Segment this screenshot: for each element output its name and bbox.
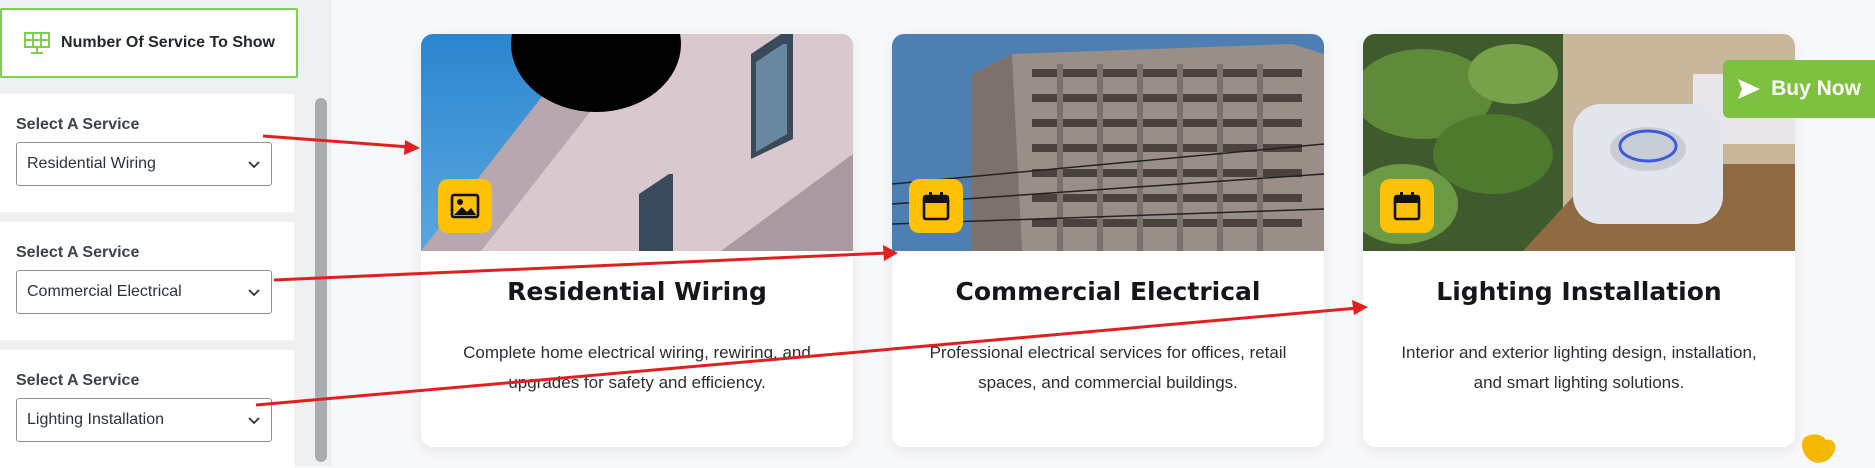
decorative-blob-icon	[1802, 434, 1836, 463]
panel-divider	[330, 0, 331, 466]
buy-now-label: Buy Now	[1771, 77, 1861, 100]
image-icon	[450, 193, 480, 219]
number-of-services-header[interactable]: Number Of Service To Show	[0, 8, 298, 78]
badge	[438, 179, 492, 233]
service-label: Select A Service	[16, 116, 140, 133]
badge	[1380, 179, 1434, 233]
badge	[909, 179, 963, 233]
service-select-value: Commercial Electrical	[27, 283, 182, 300]
header-title: Number Of Service To Show	[61, 34, 275, 51]
solar-panel-icon	[24, 32, 51, 54]
calendar-icon	[1393, 192, 1421, 221]
scrollbar-thumb[interactable]	[315, 98, 327, 462]
buy-now-button[interactable]: Buy Now	[1723, 60, 1875, 118]
service-select-value: Residential Wiring	[27, 155, 156, 172]
card-description: Professional electrical services for off…	[929, 343, 1287, 392]
card-description: Interior and exterior lighting design, i…	[1401, 343, 1757, 392]
card-title: Lighting Installation	[1436, 277, 1722, 306]
chevron-down-icon	[248, 417, 260, 425]
service-select-2[interactable]: Commercial Electrical	[16, 270, 272, 314]
calendar-icon	[922, 192, 950, 221]
service-select-3[interactable]: Lighting Installation	[16, 398, 272, 442]
service-selector-1: Select A Service Residential Wiring	[0, 94, 294, 212]
service-selector-3: Select A Service Lighting Installation	[0, 350, 294, 468]
chevron-down-icon	[248, 289, 260, 297]
card-title: Residential Wiring	[507, 277, 767, 306]
settings-panel: Number Of Service To Show Select A Servi…	[0, 0, 330, 468]
service-label: Select A Service	[16, 372, 140, 389]
service-select-value: Lighting Installation	[27, 411, 164, 428]
service-card-residential[interactable]: Residential Wiring Complete home electri…	[421, 34, 853, 447]
service-card-commercial[interactable]: Commercial Electrical Professional elect…	[892, 34, 1324, 447]
service-select-1[interactable]: Residential Wiring	[16, 142, 272, 186]
service-label: Select A Service	[16, 244, 140, 261]
chevron-down-icon	[248, 161, 260, 169]
card-title: Commercial Electrical	[955, 277, 1261, 306]
card-description: Complete home electrical wiring, rewirin…	[463, 343, 811, 392]
service-selector-2: Select A Service Commercial Electrical	[0, 222, 294, 340]
paper-plane-icon	[1738, 79, 1761, 99]
